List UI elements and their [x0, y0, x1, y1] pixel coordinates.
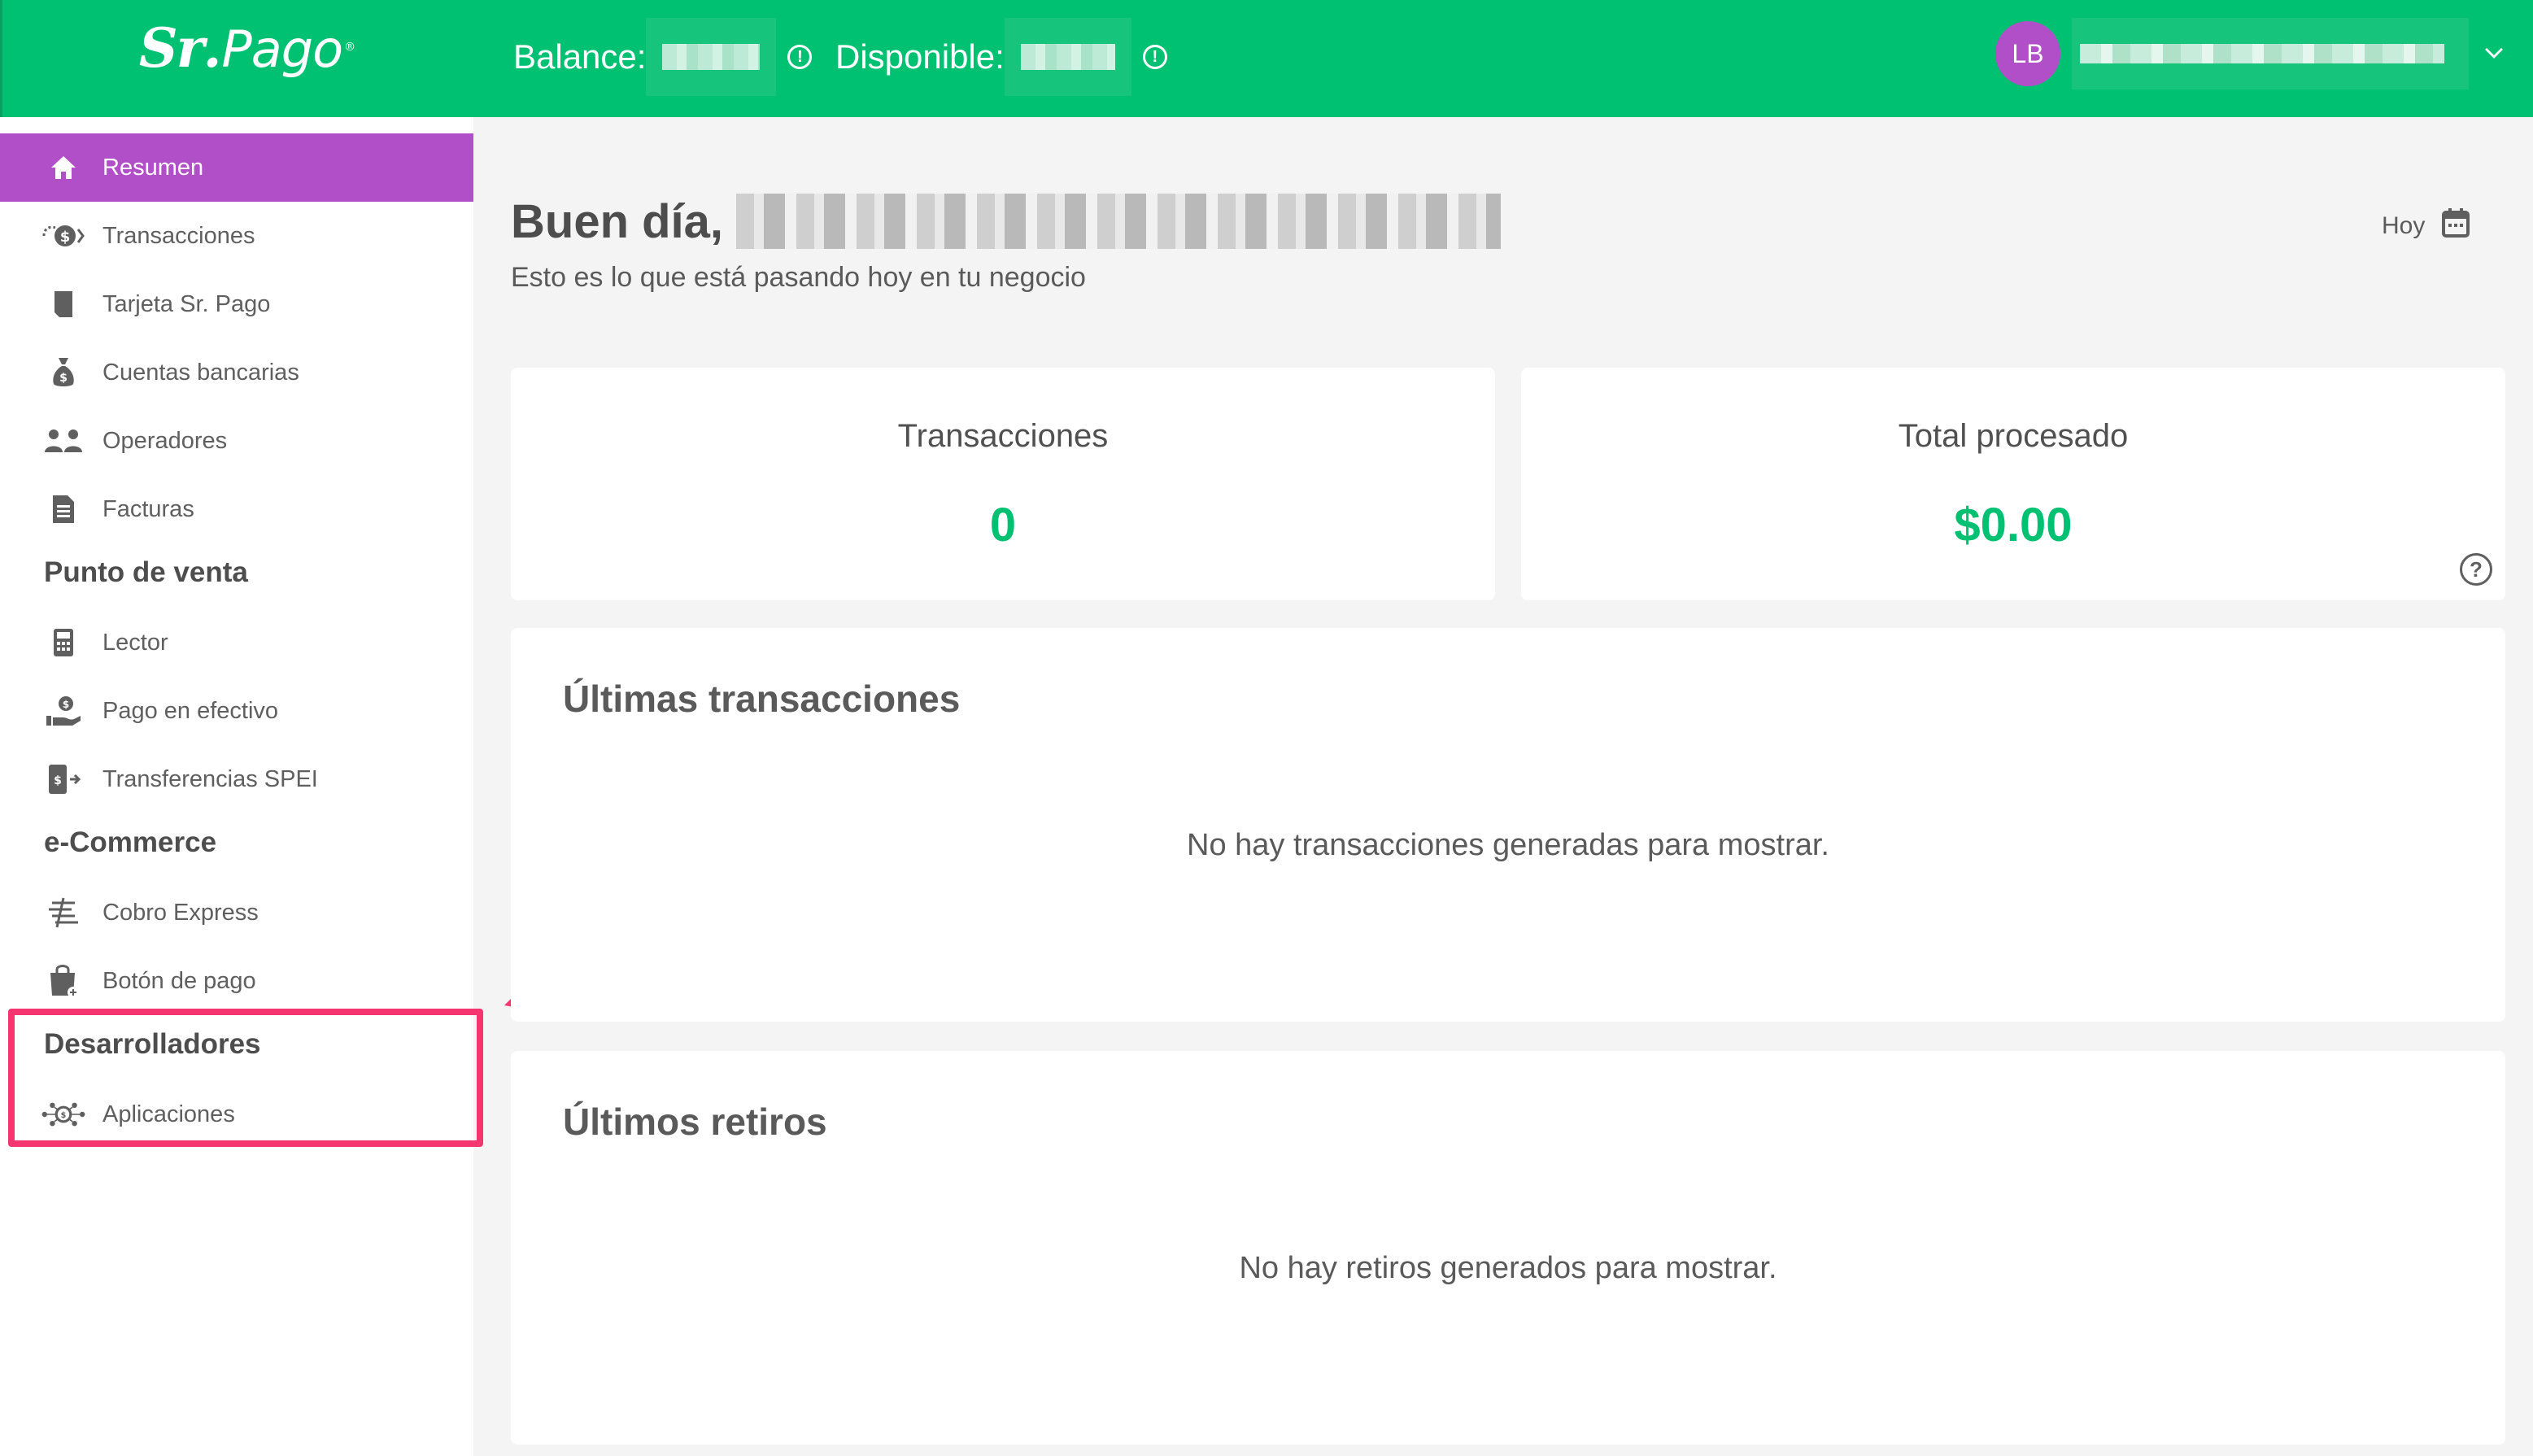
- available-label: Disponible:: [835, 37, 1005, 76]
- date-filter-label: Hoy: [2382, 212, 2426, 239]
- empty-state-message: No hay retiros generados para mostrar.: [1239, 1251, 1777, 1285]
- balance-display: Balance: !: [513, 18, 813, 96]
- svg-text:$: $: [59, 372, 68, 385]
- sidebar-item-label: Cuentas bancarias: [102, 359, 299, 386]
- sidebar-item-label: Operadores: [102, 427, 228, 454]
- users-icon: [41, 418, 86, 464]
- calendar-icon: [2441, 207, 2470, 245]
- svg-text:$: $: [63, 699, 69, 710]
- stat-title: Total procesado: [1898, 418, 2129, 454]
- section-title-ecommerce: e-Commerce: [44, 826, 217, 858]
- sidebar-item-label: Cobro Express: [102, 899, 259, 926]
- logo-dot: .: [203, 16, 222, 80]
- sidebar-item-label: Transacciones: [102, 222, 255, 249]
- user-name-redacted: [736, 194, 1502, 249]
- chevron-down-icon[interactable]: [2485, 41, 2503, 59]
- sidebar-item-transferencias-spei[interactable]: $ Transferencias SPEI: [0, 745, 473, 813]
- registered-mark: ®: [344, 41, 356, 54]
- panel-title: Últimos retiros: [563, 1101, 827, 1143]
- sidebar-item-lector[interactable]: Lector: [0, 608, 473, 677]
- sidebar: Resumen $ Transacciones Tarjeta Sr. Pago…: [0, 117, 473, 1456]
- invoice-icon: [41, 486, 86, 532]
- sidebar-item-label: Facturas: [102, 495, 194, 522]
- panel-ultimas-transacciones: Últimas transacciones No hay transaccion…: [511, 628, 2505, 1022]
- sidebar-item-resumen[interactable]: Resumen: [0, 133, 473, 202]
- page-subtitle: Esto es lo que está pasando hoy en tu ne…: [511, 262, 1086, 293]
- sidebar-item-cobro-express[interactable]: Cobro Express: [0, 878, 473, 947]
- date-filter[interactable]: Hoy: [2382, 207, 2470, 245]
- sidebar-item-boton-de-pago[interactable]: Botón de pago: [0, 947, 473, 1015]
- available-info-icon[interactable]: !: [1142, 45, 1167, 69]
- svg-text:$: $: [61, 1111, 67, 1120]
- stat-title: Transacciones: [897, 418, 1109, 454]
- home-icon: [41, 145, 86, 190]
- avatar-initials: LB: [2012, 38, 2044, 68]
- sidebar-item-label: Tarjeta Sr. Pago: [102, 290, 271, 317]
- sidebar-item-transacciones[interactable]: $ Transacciones: [0, 202, 473, 270]
- username-redacted[interactable]: [2072, 18, 2469, 89]
- shopping-bag-icon: [41, 958, 86, 1004]
- card-reader-icon: [41, 620, 86, 665]
- stat-card-total-procesado: Total procesado $0.00 ?: [1521, 368, 2505, 600]
- greeting-text: Buen día,: [511, 194, 724, 248]
- available-value-redacted: [1004, 18, 1131, 96]
- money-bag-icon: $: [41, 350, 86, 395]
- logo-sr-text: Sr: [139, 16, 204, 80]
- srpago-logo[interactable]: Sr. Pago ®: [139, 16, 355, 98]
- sidebar-item-label: Resumen: [102, 154, 204, 181]
- sidebar-item-facturas[interactable]: Facturas: [0, 475, 473, 543]
- available-display: Disponible: !: [835, 18, 1167, 96]
- sidebar-item-aplicaciones[interactable]: $ Aplicaciones: [0, 1080, 473, 1149]
- sidebar-item-operadores[interactable]: Operadores: [0, 407, 473, 475]
- panel-ultimos-retiros: Últimos retiros No hay retiros generados…: [511, 1051, 2505, 1445]
- svg-text:$: $: [60, 229, 71, 246]
- phone-transfer-icon: $: [41, 756, 86, 802]
- svg-text:$: $: [54, 774, 62, 787]
- section-title-desarrolladores: Desarrolladores: [44, 1028, 261, 1060]
- sidebar-item-cuentas-bancarias[interactable]: $ Cuentas bancarias: [0, 338, 473, 407]
- panel-title: Últimas transacciones: [563, 678, 961, 720]
- network-apps-icon: $: [41, 1092, 86, 1137]
- page-title: Buen día,: [511, 194, 1502, 249]
- top-bar: Sr. Pago ® Balance: ! Disponible: ! LB: [0, 0, 2533, 117]
- balance-value-redacted: [646, 18, 777, 96]
- stat-card-transacciones: Transacciones 0: [511, 368, 1495, 600]
- empty-state-message: No hay transacciones generadas para most…: [1187, 828, 1829, 862]
- sidebar-item-pago-efectivo[interactable]: $ Pago en efectivo: [0, 677, 473, 745]
- money-transfer-icon: $: [41, 213, 86, 259]
- sidebar-item-label: Lector: [102, 629, 168, 656]
- stat-value: 0: [989, 499, 1017, 551]
- sidebar-item-tarjeta[interactable]: Tarjeta Sr. Pago: [0, 270, 473, 338]
- logo-pago-text: Pago: [221, 20, 343, 79]
- balance-info-icon[interactable]: !: [787, 45, 813, 69]
- sidebar-item-label: Pago en efectivo: [102, 697, 279, 724]
- sidebar-item-label: Transferencias SPEI: [102, 765, 318, 792]
- stat-value: $0.00: [1954, 499, 2073, 551]
- sidebar-item-label: Botón de pago: [102, 967, 256, 994]
- avatar[interactable]: LB: [1995, 21, 2060, 86]
- balance-label: Balance:: [513, 37, 647, 76]
- cash-hand-icon: $: [41, 688, 86, 734]
- card-icon: [41, 281, 86, 327]
- section-title-punto-de-venta: Punto de venta: [44, 556, 248, 588]
- help-icon[interactable]: ?: [2460, 553, 2492, 586]
- express-payment-icon: [41, 890, 86, 935]
- sidebar-item-label: Aplicaciones: [102, 1101, 235, 1127]
